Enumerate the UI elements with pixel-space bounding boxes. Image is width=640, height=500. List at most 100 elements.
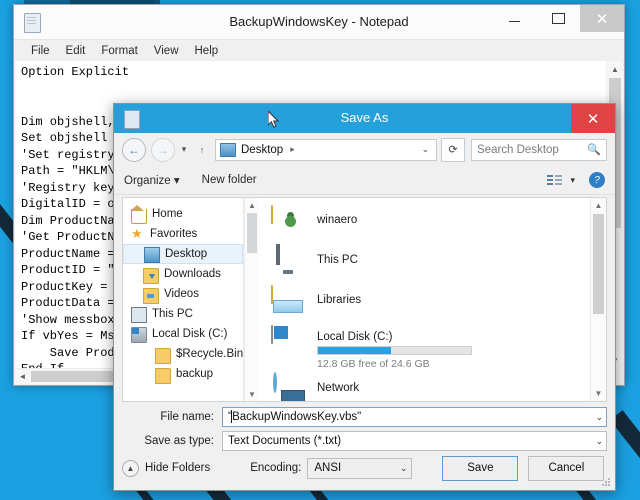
back-arrow-icon: ← xyxy=(128,143,140,157)
address-chevron-down-icon[interactable]: ⌄ xyxy=(421,144,432,155)
menu-item-view[interactable]: View xyxy=(146,45,187,57)
recent-locations-button[interactable]: ▾ xyxy=(175,139,193,161)
breadcrumb-separator-icon[interactable]: ▸ xyxy=(290,144,295,155)
help-icon[interactable]: ? xyxy=(589,172,605,188)
sidebar-item-this-pc[interactable]: This PC xyxy=(123,304,243,324)
encoding-label: Encoding: xyxy=(250,462,301,474)
save-as-fields: File name: "BackupWindowsKey.vbs" ⌄ Save… xyxy=(122,407,607,455)
close-icon: ✕ xyxy=(596,10,609,28)
breadcrumb-desktop[interactable]: Desktop xyxy=(241,144,283,156)
list-item[interactable]: Local Disk (C:) 12.8 GB free of 24.6 GB xyxy=(259,318,606,370)
file-name-row: File name: "BackupWindowsKey.vbs" ⌄ xyxy=(122,407,607,427)
user-folder-icon xyxy=(271,206,307,238)
new-folder-button[interactable]: New folder xyxy=(202,174,257,186)
save-as-type-label: Save as type: xyxy=(122,435,222,447)
drive-info: Local Disk (C:) 12.8 GB free of 24.6 GB xyxy=(317,326,472,370)
sidebar-item-label: Videos xyxy=(164,288,199,300)
up-one-level-button[interactable]: ↑ xyxy=(193,139,211,161)
sidebar-item-label: $Recycle.Bin xyxy=(176,348,243,360)
file-name-input[interactable]: "BackupWindowsKey.vbs" ⌄ xyxy=(222,407,607,427)
folder-download-icon xyxy=(143,268,159,284)
file-list-pane[interactable]: winaero This PC Libraries Local Disk (C:… xyxy=(259,198,606,401)
notepad-menubar: File Edit Format View Help xyxy=(14,40,624,62)
save-button[interactable]: Save xyxy=(442,456,518,481)
chevron-down-icon[interactable]: ⌄ xyxy=(591,436,603,447)
view-chevron-down-icon[interactable]: ▾ xyxy=(570,175,575,186)
scroll-down-icon[interactable]: ▼ xyxy=(245,387,259,401)
list-item-label: Local Disk (C:) xyxy=(317,331,472,343)
list-item-label: Libraries xyxy=(317,286,361,306)
menu-item-help[interactable]: Help xyxy=(187,45,227,57)
back-button[interactable]: ← xyxy=(122,138,146,162)
file-name-label: File name: xyxy=(122,411,222,423)
menu-item-format[interactable]: Format xyxy=(93,45,145,57)
menu-item-file[interactable]: File xyxy=(23,45,58,57)
encoding-select[interactable]: ANSI ⌄ xyxy=(307,458,412,479)
list-item[interactable]: This PC xyxy=(259,238,606,278)
sidebar-item-label: Favorites xyxy=(150,228,197,240)
notepad-minimize-button[interactable] xyxy=(492,5,536,32)
home-icon xyxy=(131,209,147,224)
scroll-up-icon[interactable]: ▲ xyxy=(245,198,259,212)
sidebar-item-label: Desktop xyxy=(165,248,207,260)
notepad-close-button[interactable]: ✕ xyxy=(580,5,624,32)
hide-folders-button[interactable]: ▲ Hide Folders xyxy=(122,460,210,477)
notepad-titlebar[interactable]: BackupWindowsKey - Notepad ✕ xyxy=(14,5,624,40)
sidebar-item-recycle-bin[interactable]: $Recycle.Bin xyxy=(123,344,243,364)
file-name-value: "BackupWindowsKey.vbs" xyxy=(228,411,591,423)
chevron-down-icon: ▾ xyxy=(182,144,187,155)
sidebar-item-desktop[interactable]: Desktop xyxy=(123,244,243,264)
sidebar-item-backup[interactable]: backup xyxy=(123,364,243,384)
save-as-toolbar: Organize ▾ New folder ▾ ? xyxy=(114,166,615,195)
sidebar-item-videos[interactable]: Videos xyxy=(123,284,243,304)
search-icon: 🔍 xyxy=(587,143,601,156)
chevron-down-icon[interactable]: ⌄ xyxy=(400,463,408,474)
notepad-maximize-button[interactable] xyxy=(536,5,580,32)
save-as-browser-pane: Home ★ Favorites Desktop Downloads Video… xyxy=(122,197,607,402)
cancel-button[interactable]: Cancel xyxy=(528,456,604,481)
sidebar-item-label: backup xyxy=(176,368,213,380)
up-arrow-icon: ↑ xyxy=(200,145,205,155)
save-as-type-select[interactable]: Text Documents (*.txt) ⌄ xyxy=(222,431,607,451)
list-item-label: Network xyxy=(317,374,359,394)
libraries-icon xyxy=(271,286,307,318)
sidebar-item-label: Local Disk (C:) xyxy=(152,328,227,340)
computer-icon xyxy=(271,246,307,278)
list-item[interactable]: Libraries xyxy=(259,278,606,318)
capacity-text: 12.8 GB free of 24.6 GB xyxy=(317,358,472,370)
network-icon xyxy=(271,374,307,401)
save-as-close-button[interactable]: ✕ xyxy=(571,104,615,133)
address-bar[interactable]: Desktop ▸ ⌄ xyxy=(215,139,437,161)
change-view-icon[interactable] xyxy=(547,174,562,187)
save-as-footer: ▲ Hide Folders Encoding: ANSI ⌄ Save Can… xyxy=(122,455,607,481)
scroll-up-icon[interactable]: ▲ xyxy=(607,61,623,77)
search-box[interactable]: Search Desktop 🔍 xyxy=(471,139,607,161)
scrollbar-thumb[interactable] xyxy=(593,214,604,314)
sidebar-item-home[interactable]: Home xyxy=(123,204,243,224)
menu-item-edit[interactable]: Edit xyxy=(58,45,94,57)
sidebar-item-downloads[interactable]: Downloads xyxy=(123,264,243,284)
resize-grip[interactable] xyxy=(602,478,612,488)
list-item[interactable]: winaero xyxy=(259,198,606,238)
desktop-icon xyxy=(220,143,236,157)
refresh-button[interactable]: ⟳ xyxy=(441,138,465,162)
sidebar-item-local-disk-c[interactable]: Local Disk (C:) xyxy=(123,324,243,344)
forward-button[interactable]: → xyxy=(151,138,175,162)
sidebar-item-label: Home xyxy=(152,208,183,220)
scrollbar-thumb[interactable] xyxy=(247,213,257,253)
hide-folders-label: Hide Folders xyxy=(145,462,210,474)
list-item[interactable]: Network xyxy=(259,370,606,401)
drive-icon xyxy=(131,327,147,343)
save-as-titlebar[interactable]: Save As ✕ xyxy=(114,104,615,133)
scroll-up-icon[interactable]: ▲ xyxy=(591,198,606,213)
save-as-dialog[interactable]: Save As ✕ ← → ▾ ↑ Desktop ▸ ⌄ ⟳ Search D… xyxy=(113,103,616,491)
list-item-label: This PC xyxy=(317,246,358,266)
sidebar-item-favorites[interactable]: ★ Favorites xyxy=(123,224,243,244)
organize-button[interactable]: Organize ▾ xyxy=(124,173,180,187)
navigation-pane-scrollbar[interactable]: ▲ ▼ xyxy=(244,198,259,401)
scroll-left-icon[interactable]: ◄ xyxy=(15,369,30,384)
file-list-scrollbar[interactable]: ▲ ▼ xyxy=(590,198,606,401)
search-input[interactable]: Search Desktop xyxy=(477,144,587,156)
chevron-down-icon[interactable]: ⌄ xyxy=(591,412,603,423)
scroll-down-icon[interactable]: ▼ xyxy=(591,386,606,401)
